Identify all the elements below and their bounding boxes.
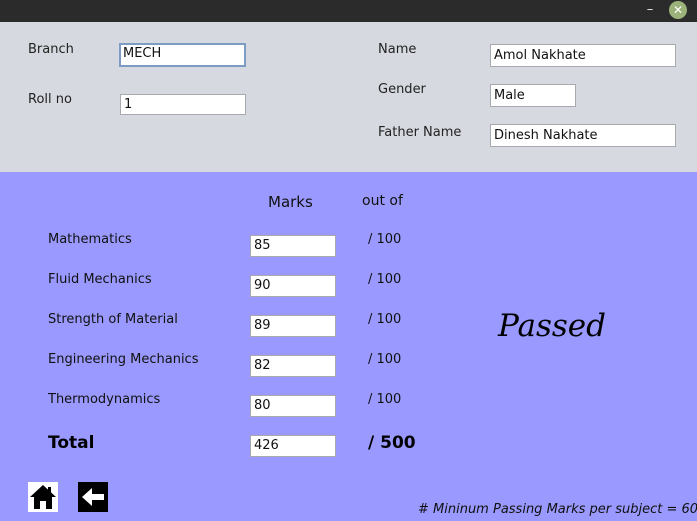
mark-field-engineering-mechanics[interactable]: 82 — [250, 355, 336, 377]
subject-label: Mathematics — [48, 232, 132, 247]
father-name-field[interactable]: Dinesh Nakhate — [490, 124, 676, 147]
branch-field[interactable]: MECH — [119, 43, 246, 67]
name-label: Name — [378, 42, 417, 57]
subject-label: Strength of Material — [48, 312, 178, 327]
arrow-left-icon — [82, 488, 104, 506]
gender-field[interactable]: Male — [490, 84, 576, 107]
total-field[interactable]: 426 — [250, 435, 336, 457]
mark-field-mathematics[interactable]: 85 — [250, 235, 336, 257]
total-outof-label: / 500 — [368, 433, 416, 453]
subject-label: Engineering Mechanics — [48, 352, 199, 367]
home-icon — [30, 485, 56, 509]
passing-marks-note: # Mininum Passing Marks per subject = 60 — [418, 502, 697, 517]
back-button[interactable] — [78, 482, 108, 512]
gender-label: Gender — [378, 82, 426, 97]
subject-label: Thermodynamics — [48, 392, 161, 407]
result-text: Passed — [498, 308, 606, 344]
subject-label: Fluid Mechanics — [48, 272, 152, 287]
window-titlebar: – ✕ — [0, 0, 697, 22]
total-label: Total — [48, 433, 95, 453]
marks-panel: Marks out of Mathematics 85 / 100 Fluid … — [0, 172, 697, 521]
marks-header: Marks — [268, 193, 313, 211]
outof-label: / 100 — [368, 312, 402, 327]
father-name-label: Father Name — [378, 125, 462, 140]
outof-label: / 100 — [368, 272, 402, 287]
branch-label: Branch — [28, 42, 74, 57]
minimize-button[interactable]: – — [643, 2, 657, 18]
rollno-label: Roll no — [28, 92, 72, 107]
outof-label: / 100 — [368, 352, 402, 367]
mark-field-fluid-mechanics[interactable]: 90 — [250, 275, 336, 297]
rollno-field[interactable]: 1 — [120, 94, 246, 115]
name-field[interactable]: Amol Nakhate — [490, 44, 676, 67]
home-button[interactable] — [28, 482, 58, 512]
outof-header: out of — [362, 193, 403, 209]
student-info-panel: Branch MECH Roll no 1 Name Amol Nakhate … — [0, 22, 697, 172]
mark-field-thermodynamics[interactable]: 80 — [250, 395, 336, 417]
outof-label: / 100 — [368, 392, 402, 407]
outof-label: / 100 — [368, 232, 402, 247]
close-button[interactable]: ✕ — [669, 1, 687, 19]
mark-field-strength-of-material[interactable]: 89 — [250, 315, 336, 337]
